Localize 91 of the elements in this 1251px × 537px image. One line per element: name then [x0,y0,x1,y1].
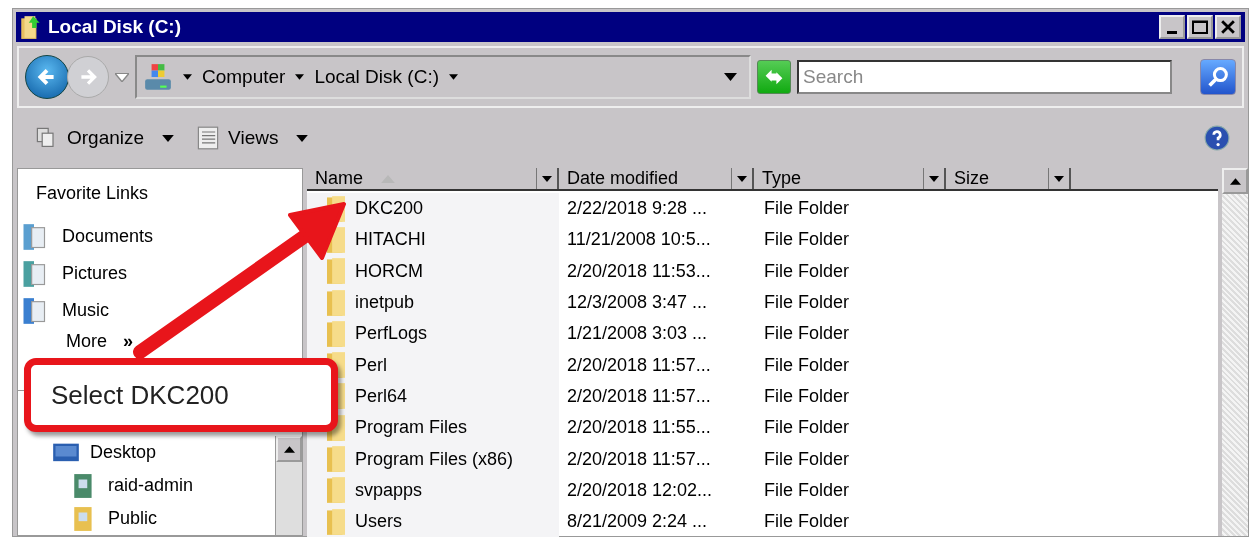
column-header[interactable]: Date modified [559,168,754,189]
list-view-icon [196,126,221,150]
breadcrumb[interactable]: Computer [202,66,286,88]
favorite-links-heading: Favorite Links [35,183,149,204]
type-cell: File Folder [764,292,850,313]
back-button[interactable] [25,55,69,99]
file-name[interactable]: DKC200 [355,198,424,220]
window-title: Local Disk (C:) [48,16,182,38]
type-cell: File Folder [764,448,850,469]
type-cell: File Folder [764,354,850,375]
type-cell: File Folder [764,260,850,281]
caret-icon[interactable] [183,74,192,80]
file-name[interactable]: inetpub [355,292,415,314]
more-link[interactable]: More » [66,331,134,352]
file-name[interactable]: Users [355,511,402,533]
maximize-icon [1192,20,1208,34]
date-cell: 2/20/2018 11:57... [567,354,711,375]
help-icon[interactable] [1204,125,1230,151]
library-icon [22,259,46,288]
search-field[interactable]: Search [797,60,1172,94]
caret-icon[interactable] [737,175,747,182]
date-cell: 2/20/2018 12:02... [567,479,713,500]
close-button[interactable] [1215,15,1241,39]
search-button[interactable] [1200,59,1236,95]
file-name[interactable]: HORCM [355,260,423,282]
folder-icon [327,320,345,347]
tree-item[interactable]: Desktop [52,436,157,469]
date-cell: 1/21/2008 3:03 ... [567,323,708,344]
scrollbar[interactable] [1222,168,1248,536]
date-cell: 8/21/2009 2:24 ... [567,511,708,532]
address-bar[interactable]: Computer Local Disk (C:) [135,55,751,99]
library-icon [22,296,46,325]
favorite-link[interactable]: Documents [22,218,154,255]
column-header[interactable]: Name [307,168,559,189]
library-icon [22,222,46,251]
caret-icon[interactable] [295,74,305,80]
minimize-icon [1167,30,1177,34]
organize-button[interactable]: Organize [31,124,179,152]
search-icon [1206,65,1230,89]
caret-icon[interactable] [929,175,939,182]
folder-icon [20,14,42,40]
maximize-button[interactable] [1187,15,1213,39]
callout-text: Select DKC200 [51,379,229,411]
date-cell: 11/21/2008 10:5... [567,229,711,250]
file-name[interactable]: PerfLogs [355,323,428,345]
file-name[interactable]: Perl [355,354,387,376]
drive-icon [143,62,173,92]
minimize-button[interactable] [1159,15,1185,39]
column-header[interactable]: Type [754,168,946,189]
caret-icon [162,134,175,142]
type-cell: File Folder [764,511,850,532]
scroll-up-button[interactable] [276,436,302,462]
tree-item[interactable]: raid-admin [70,469,194,502]
caret-icon[interactable] [449,74,458,80]
breadcrumb[interactable]: Local Disk (C:) [314,66,439,88]
caret-icon[interactable] [724,73,737,81]
history-dropdown-icon[interactable] [115,72,129,82]
caret-icon[interactable] [1054,175,1064,182]
caret-icon[interactable] [542,175,552,182]
folder-icon [327,258,345,285]
type-cell: File Folder [764,229,850,250]
favorite-link[interactable]: Pictures [22,255,128,292]
date-cell: 12/3/2008 3:47 ... [567,292,708,313]
date-cell: 2/20/2018 11:53... [567,260,711,281]
folder-icon [327,289,345,316]
type-cell: File Folder [764,479,850,500]
close-icon [1221,20,1235,34]
scrollbar[interactable] [275,436,302,535]
type-cell: File Folder [764,323,850,344]
type-cell: File Folder [764,198,850,219]
views-button[interactable]: Views [192,124,313,152]
up-arrow-icon [1229,177,1241,185]
file-name[interactable]: svpapps [355,479,423,501]
up-arrow-icon [283,445,295,453]
tree-item[interactable]: Public [70,502,158,535]
file-name[interactable]: Perl64 [355,385,408,407]
type-cell: File Folder [764,385,850,406]
date-cell: 2/20/2018 11:57... [567,448,711,469]
column-header[interactable]: Size [946,168,1071,189]
refresh-button[interactable] [757,60,791,94]
folder-icon [327,477,345,504]
favorite-link[interactable]: Music [22,292,109,329]
date-cell: 2/22/2018 9:28 ... [567,198,708,219]
scroll-up-button[interactable] [1222,168,1248,194]
date-cell: 2/20/2018 11:57... [567,385,711,406]
type-cell: File Folder [764,417,850,438]
file-name[interactable]: HITACHI [355,229,426,251]
folder-icon [327,446,345,472]
folder-icon [327,508,345,535]
date-cell: 2/20/2018 11:55... [567,417,711,438]
caret-icon [296,134,309,142]
